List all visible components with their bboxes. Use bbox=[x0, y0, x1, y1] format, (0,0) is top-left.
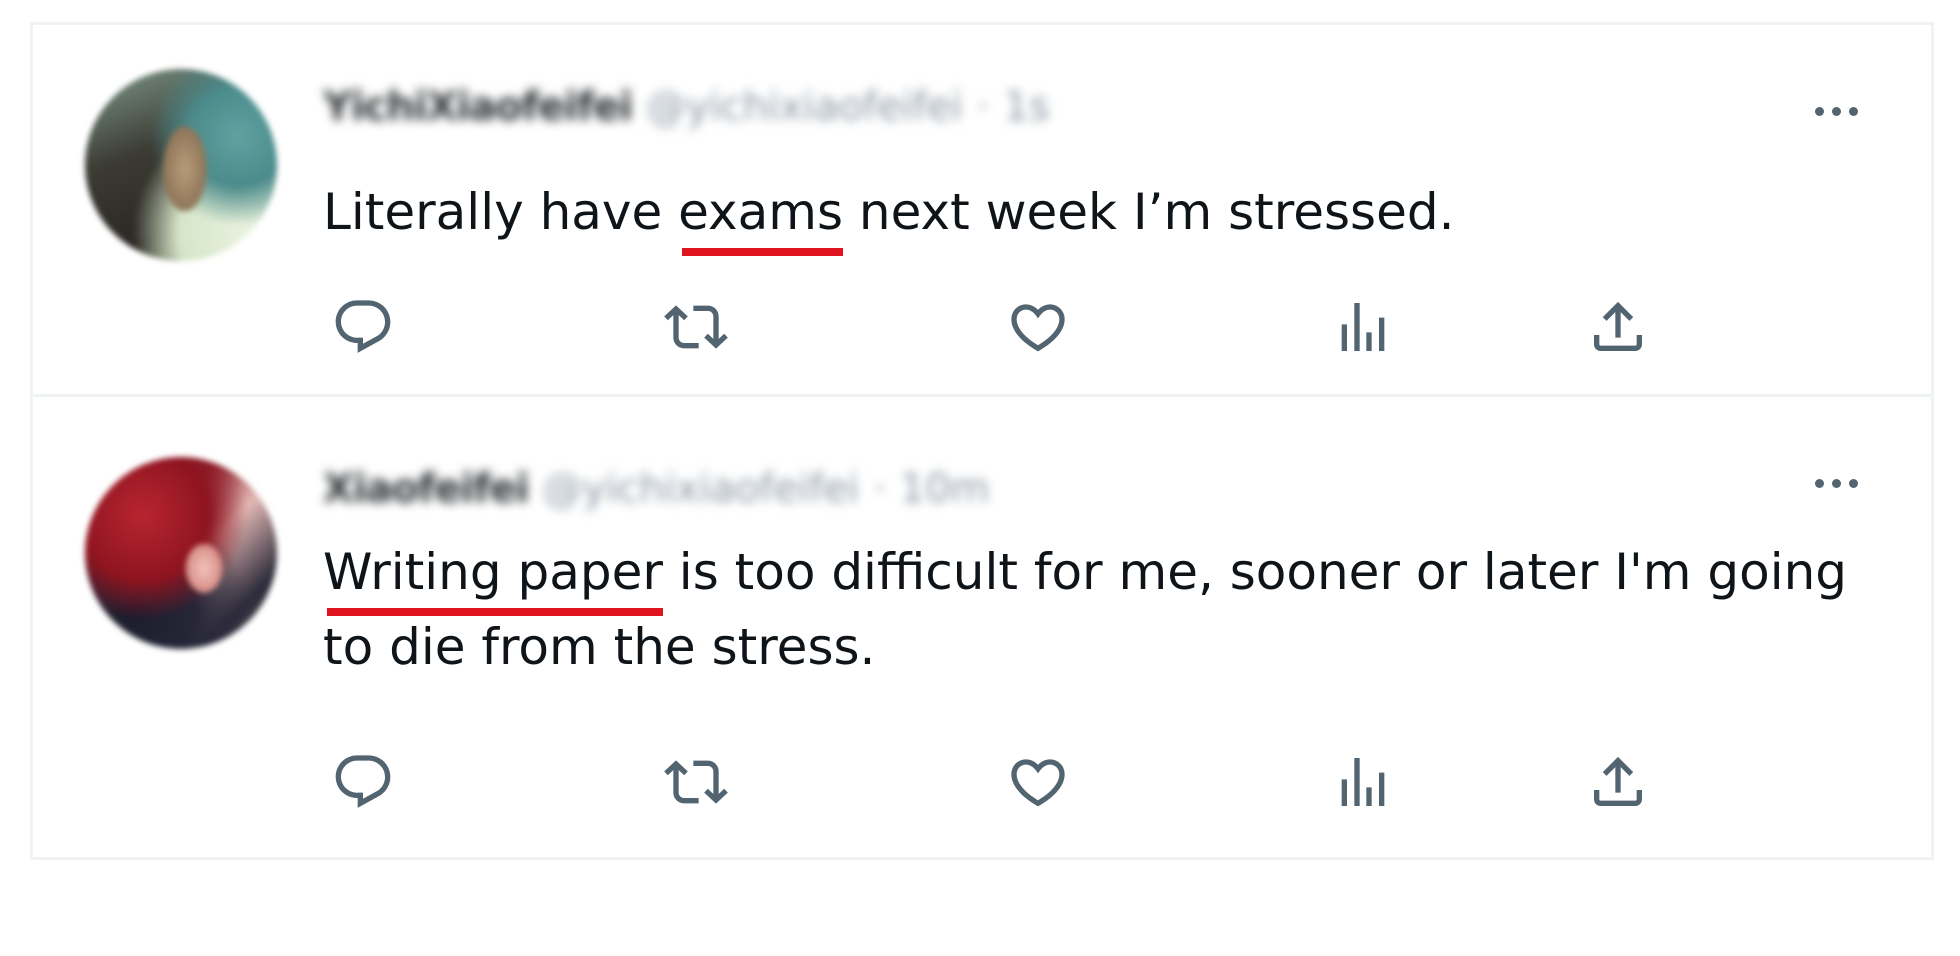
retweet-button[interactable] bbox=[656, 287, 736, 367]
author-handle[interactable]: @yichixiaofeifei bbox=[646, 84, 963, 130]
avatar[interactable] bbox=[85, 69, 277, 261]
more-dot bbox=[1848, 106, 1858, 116]
tweet-feed: YichiXiaofeifei @yichixiaofeifei · 1s Li… bbox=[30, 22, 1934, 860]
retweet-icon bbox=[664, 760, 728, 804]
tweet-timestamp[interactable]: 1s bbox=[1003, 84, 1049, 130]
views-button[interactable] bbox=[1323, 742, 1403, 822]
tweet-actions bbox=[323, 287, 1743, 367]
tweet-actions bbox=[323, 742, 1743, 822]
share-button[interactable] bbox=[1578, 742, 1658, 822]
share-icon bbox=[1594, 301, 1642, 351]
tweet-text: Writing paper is too difficult for me, s… bbox=[323, 535, 1883, 685]
share-button[interactable] bbox=[1578, 287, 1658, 367]
retweet-button[interactable] bbox=[656, 742, 736, 822]
header-separator: · bbox=[976, 84, 990, 130]
tweet-timestamp[interactable]: 10m bbox=[900, 466, 990, 512]
author-name[interactable]: YichiXiaofeifei bbox=[323, 84, 633, 130]
highlighted-phrase: exams bbox=[678, 175, 843, 256]
more-dot bbox=[1831, 106, 1841, 116]
reply-button[interactable] bbox=[323, 287, 403, 367]
more-dot bbox=[1848, 478, 1858, 488]
like-button[interactable] bbox=[998, 287, 1078, 367]
more-dots-icon bbox=[1814, 106, 1824, 116]
more-options-button[interactable] bbox=[1801, 91, 1871, 131]
tweet-header: Xiaofeifei @yichixiaofeifei · 10m bbox=[323, 461, 990, 517]
like-icon bbox=[1011, 759, 1065, 807]
like-icon bbox=[1011, 304, 1065, 352]
tweet-text-after: next week I’m stressed. bbox=[843, 183, 1455, 241]
more-dot bbox=[1831, 478, 1841, 488]
share-icon bbox=[1594, 756, 1642, 806]
like-button[interactable] bbox=[998, 742, 1078, 822]
highlighted-phrase: Writing paper bbox=[323, 535, 663, 616]
reply-button[interactable] bbox=[323, 742, 403, 822]
header-separator: · bbox=[873, 466, 886, 512]
tweet-text-before: Literally have bbox=[323, 183, 679, 241]
tweet-header: YichiXiaofeifei @yichixiaofeifei · 1s bbox=[323, 79, 1050, 135]
views-icon bbox=[1341, 758, 1385, 806]
tweet[interactable]: YichiXiaofeifei @yichixiaofeifei · 1s Li… bbox=[33, 25, 1931, 397]
views-icon bbox=[1341, 303, 1385, 351]
author-handle[interactable]: @yichixiaofeifei bbox=[543, 466, 860, 512]
author-name[interactable]: Xiaofeifei bbox=[323, 466, 530, 512]
reply-icon bbox=[335, 755, 391, 808]
tweet-text: Literally have exams next week I’m stres… bbox=[323, 175, 1883, 256]
avatar[interactable] bbox=[85, 457, 277, 649]
retweet-icon bbox=[664, 305, 728, 349]
tweet[interactable]: Xiaofeifei @yichixiaofeifei · 10m Writin… bbox=[33, 397, 1931, 860]
more-dots-icon bbox=[1814, 478, 1824, 488]
reply-icon bbox=[335, 300, 391, 353]
views-button[interactable] bbox=[1323, 287, 1403, 367]
more-options-button[interactable] bbox=[1801, 463, 1871, 503]
